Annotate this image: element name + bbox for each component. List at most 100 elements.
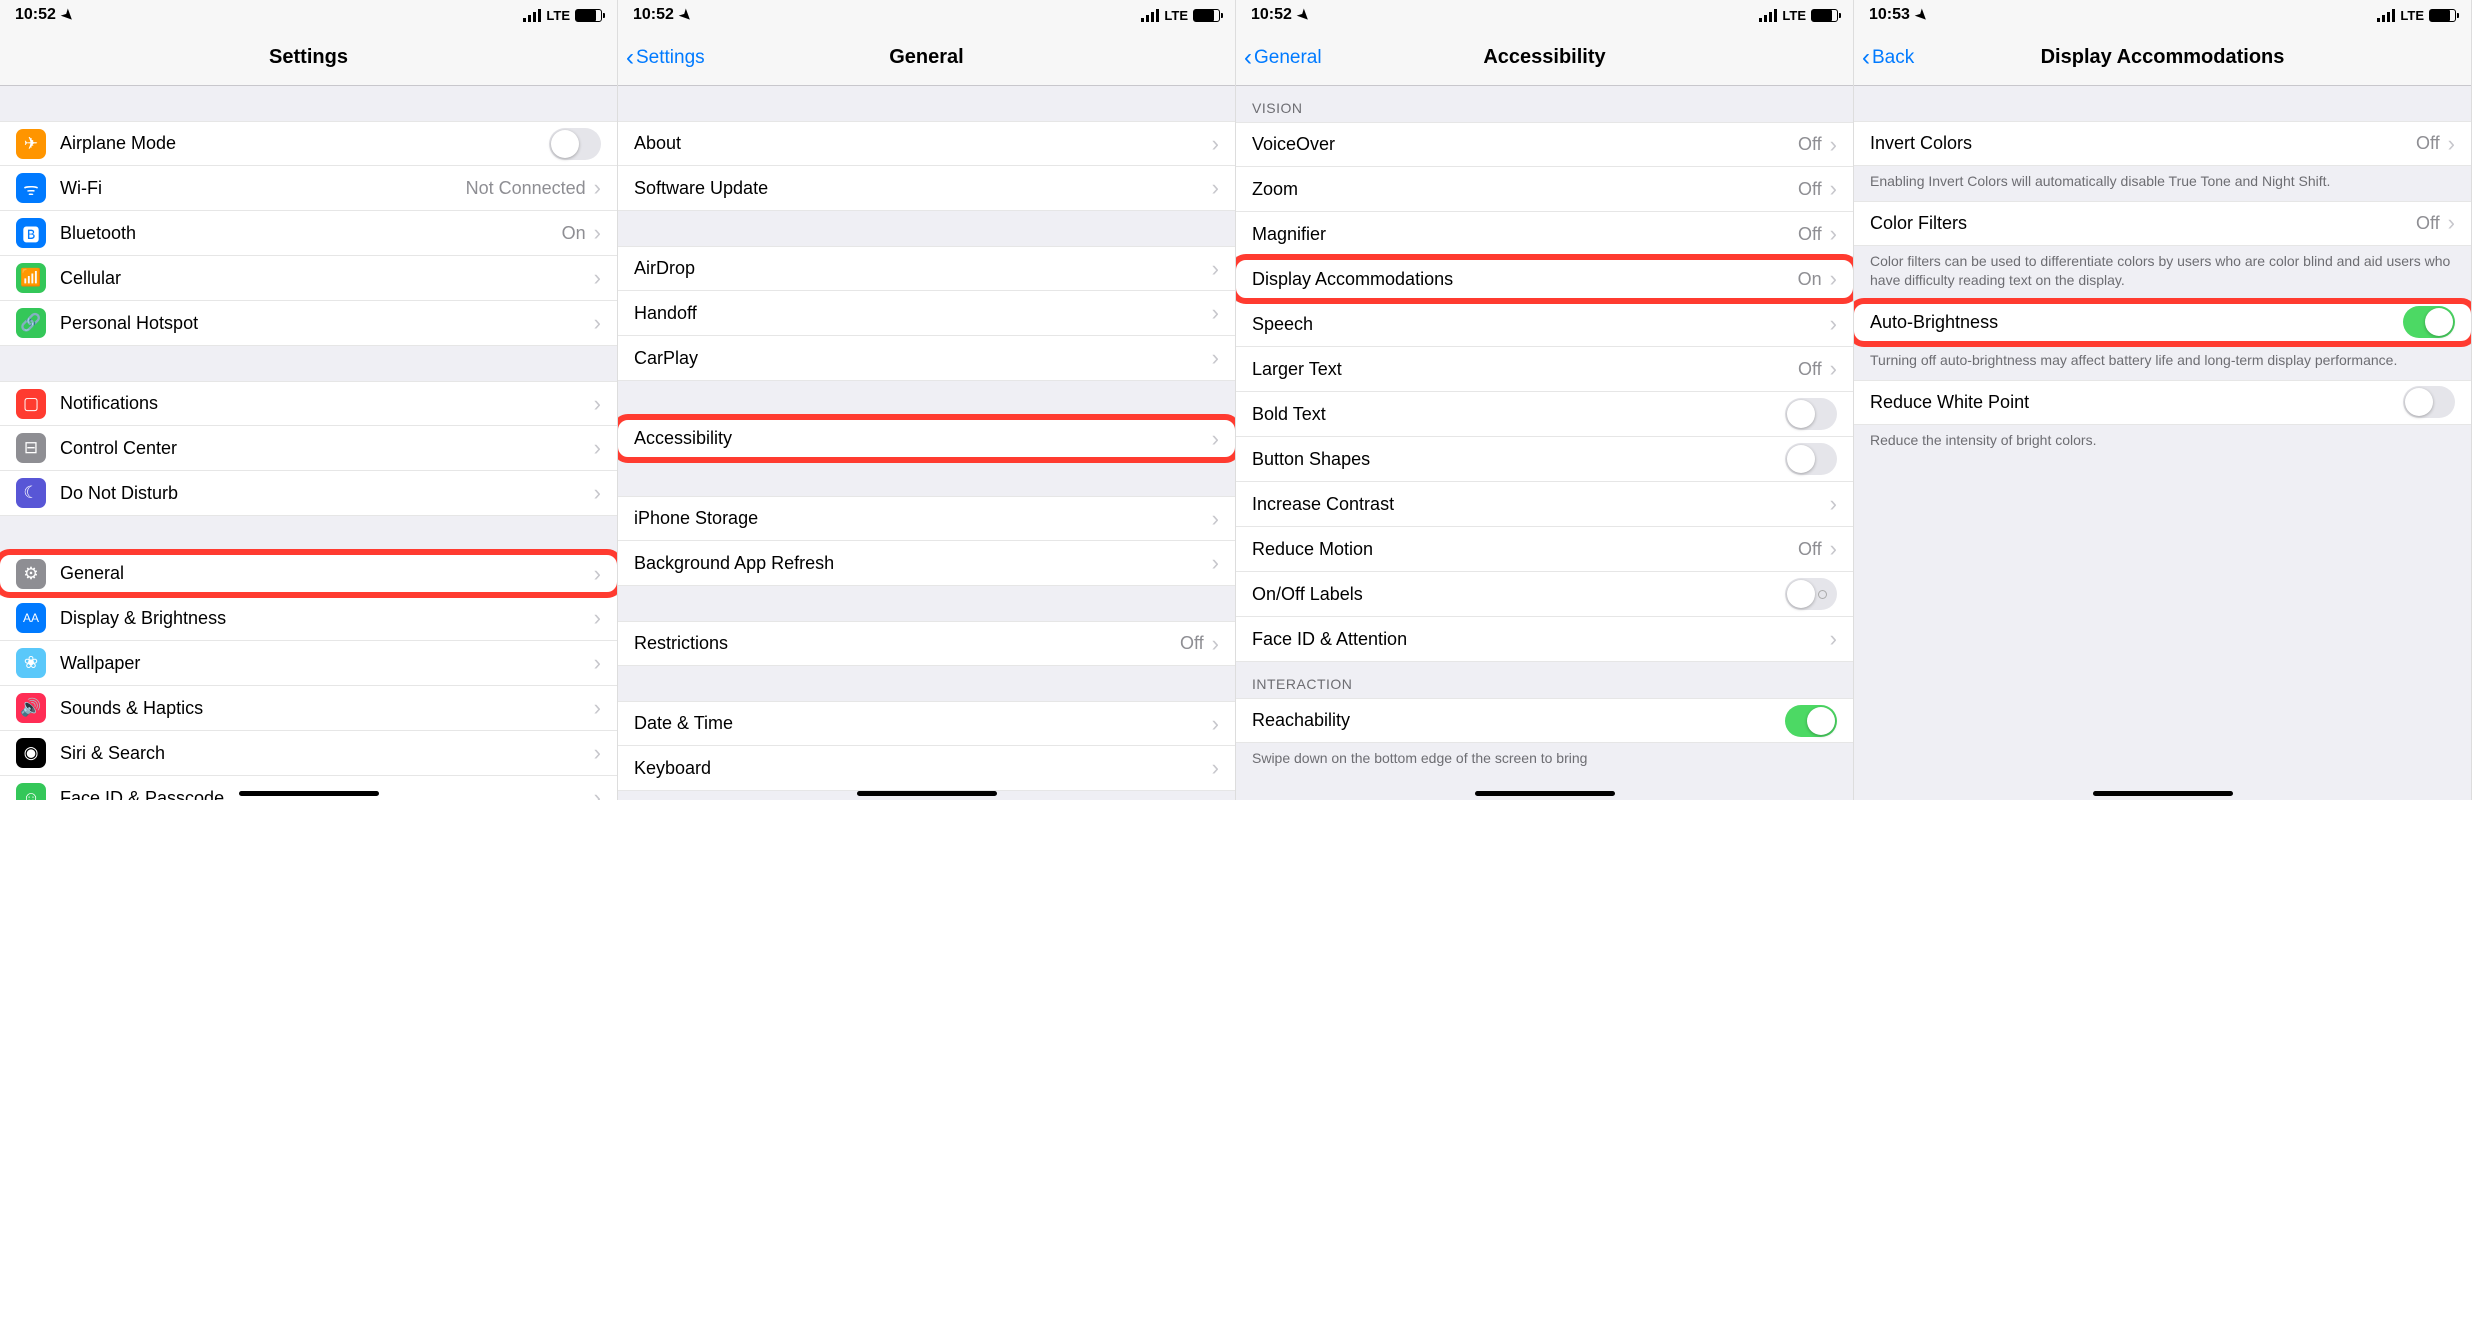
row-display-accommodations[interactable]: Display AccommodationsOn› (1236, 257, 1853, 302)
row-invert-colors[interactable]: Invert ColorsOff› (1854, 121, 2471, 166)
toggle-switch[interactable] (2403, 306, 2455, 338)
row-handoff[interactable]: Handoff› (618, 291, 1235, 336)
row-face-id-passcode[interactable]: ☺Face ID & Passcode› (0, 776, 617, 800)
chevron-right-icon: › (594, 391, 601, 417)
row-do-not-disturb[interactable]: ☾Do Not Disturb› (0, 471, 617, 516)
row-airplane-mode[interactable]: ✈Airplane Mode (0, 121, 617, 166)
toggle-switch[interactable] (2403, 386, 2455, 418)
row-auto-brightness[interactable]: Auto-Brightness (1854, 300, 2471, 345)
row-carplay[interactable]: CarPlay› (618, 336, 1235, 381)
row-bluetooth[interactable]: 🅱BluetoothOn› (0, 211, 617, 256)
row-display-brightness[interactable]: AADisplay & Brightness› (0, 596, 617, 641)
row-label: Speech (1252, 314, 1830, 335)
row-notifications[interactable]: ▢Notifications› (0, 381, 617, 426)
chevron-left-icon: ‹ (1862, 46, 1870, 70)
row-label: Airplane Mode (60, 133, 549, 154)
row-larger-text[interactable]: Larger TextOff› (1236, 347, 1853, 392)
dnd-icon: ☾ (16, 478, 46, 508)
row-label: General (60, 563, 594, 584)
chevron-right-icon: › (594, 220, 601, 246)
row-label: CarPlay (634, 348, 1212, 369)
display-accommodations-screen: 10:53➤ LTE ‹Back Display Accommodations … (1854, 0, 2472, 800)
home-indicator[interactable] (239, 791, 379, 796)
row-magnifier[interactable]: MagnifierOff› (1236, 212, 1853, 257)
display-accommodations-list[interactable]: Invert ColorsOff› Enabling Invert Colors… (1854, 86, 2471, 800)
row-keyboard[interactable]: Keyboard› (618, 746, 1235, 791)
back-button[interactable]: ‹Settings (626, 46, 705, 70)
page-title: Settings (269, 46, 348, 69)
row-detail: Off (2416, 213, 2440, 234)
chevron-right-icon: › (594, 695, 601, 721)
row-cellular[interactable]: 📶Cellular› (0, 256, 617, 301)
accessibility-screen: 10:52➤ LTE ‹General Accessibility VISION… (1236, 0, 1854, 800)
toggle-switch[interactable] (1785, 578, 1837, 610)
row-siri-search[interactable]: ◉Siri & Search› (0, 731, 617, 776)
row-face-id-attention[interactable]: Face ID & Attention› (1236, 617, 1853, 662)
row-airdrop[interactable]: AirDrop› (618, 246, 1235, 291)
row-wi-fi[interactable]: ᯤWi-FiNot Connected› (0, 166, 617, 211)
accessibility-list[interactable]: VISION VoiceOverOff›ZoomOff›MagnifierOff… (1236, 86, 1853, 800)
toggle-switch[interactable] (1785, 443, 1837, 475)
row-label: Color Filters (1870, 213, 2416, 234)
row-reduce-white-point[interactable]: Reduce White Point (1854, 380, 2471, 425)
row-color-filters[interactable]: Color FiltersOff › (1854, 201, 2471, 246)
chevron-right-icon: › (1830, 536, 1837, 562)
row-increase-contrast[interactable]: Increase Contrast› (1236, 482, 1853, 527)
row-wallpaper[interactable]: ❀Wallpaper› (0, 641, 617, 686)
row-button-shapes[interactable]: Button Shapes (1236, 437, 1853, 482)
row-label: Button Shapes (1252, 449, 1785, 470)
row-date-time[interactable]: Date & Time› (618, 701, 1235, 746)
home-indicator[interactable] (2093, 791, 2233, 796)
back-button[interactable]: ‹General (1244, 46, 1322, 70)
wifi-icon: ᯤ (16, 173, 46, 203)
row-control-center[interactable]: ⊟Control Center› (0, 426, 617, 471)
nav-bar: ‹Back Display Accommodations (1854, 30, 2471, 86)
row-voiceover[interactable]: VoiceOverOff› (1236, 122, 1853, 167)
row-bold-text[interactable]: Bold Text (1236, 392, 1853, 437)
chevron-right-icon: › (1212, 175, 1219, 201)
chevron-right-icon: › (1212, 711, 1219, 737)
location-icon: ➤ (676, 5, 696, 25)
row-restrictions[interactable]: RestrictionsOff› (618, 621, 1235, 666)
row-accessibility[interactable]: Accessibility› (618, 416, 1235, 461)
display-icon: AA (16, 603, 46, 633)
row-reachability[interactable]: Reachability (1236, 698, 1853, 743)
chevron-right-icon: › (1830, 491, 1837, 517)
general-list[interactable]: About›Software Update› AirDrop›Handoff›C… (618, 86, 1235, 800)
chevron-right-icon: › (1830, 626, 1837, 652)
row-about[interactable]: About› (618, 121, 1235, 166)
settings-list[interactable]: ✈Airplane ModeᯤWi-FiNot Connected›🅱Bluet… (0, 86, 617, 800)
group-datetime: Date & Time›Keyboard› (618, 701, 1235, 791)
row-zoom[interactable]: ZoomOff› (1236, 167, 1853, 212)
chevron-right-icon: › (594, 740, 601, 766)
chevron-right-icon: › (1830, 221, 1837, 247)
group-reduce-white: Reduce White Point (1854, 380, 2471, 425)
row-speech[interactable]: Speech› (1236, 302, 1853, 347)
group-color-filters: Color FiltersOff › (1854, 201, 2471, 246)
row-detail: On (1798, 269, 1822, 290)
chevron-right-icon: › (2448, 210, 2455, 236)
toggle-switch[interactable] (1785, 398, 1837, 430)
hotspot-icon: 🔗 (16, 308, 46, 338)
row-label: Wi-Fi (60, 178, 466, 199)
row-label: Cellular (60, 268, 594, 289)
row-label: Bluetooth (60, 223, 562, 244)
row-software-update[interactable]: Software Update› (618, 166, 1235, 211)
chevron-right-icon: › (594, 561, 601, 587)
status-bar: 10:52➤ LTE (618, 0, 1235, 30)
back-button[interactable]: ‹Back (1862, 46, 1914, 70)
row-on-off-labels[interactable]: On/Off Labels (1236, 572, 1853, 617)
row-background-app-refresh[interactable]: Background App Refresh› (618, 541, 1235, 586)
row-personal-hotspot[interactable]: 🔗Personal Hotspot› (0, 301, 617, 346)
row-iphone-storage[interactable]: iPhone Storage› (618, 496, 1235, 541)
row-label: Software Update (634, 178, 1212, 199)
home-indicator[interactable] (1475, 791, 1615, 796)
row-sounds-haptics[interactable]: 🔊Sounds & Haptics› (0, 686, 617, 731)
row-reduce-motion[interactable]: Reduce MotionOff› (1236, 527, 1853, 572)
toggle-switch[interactable] (1785, 705, 1837, 737)
row-general[interactable]: ⚙ General› (0, 551, 617, 596)
nav-bar: ‹Settings General (618, 30, 1235, 86)
toggle-switch[interactable] (549, 128, 601, 160)
home-indicator[interactable] (857, 791, 997, 796)
general-icon: ⚙ (16, 559, 46, 589)
